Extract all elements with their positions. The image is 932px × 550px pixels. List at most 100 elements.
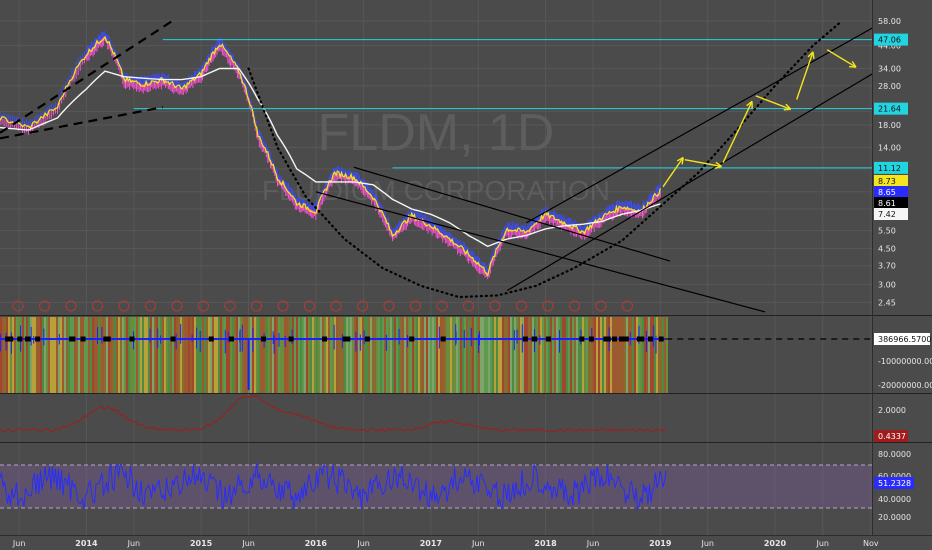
osc-stripe <box>366 317 368 393</box>
price-axis[interactable]: 58.0044.0034.0028.0021.0018.0014.0011.00… <box>878 17 932 522</box>
osc-stripe <box>254 317 256 393</box>
osc-stripe <box>494 317 496 393</box>
osc-stripe <box>162 317 164 393</box>
time-axis[interactable]: Jun 2014 Jun 2015 Jun 2016 Jun 2017 Jun 2018 Jun 20… <box>12 539 879 548</box>
osc-stripe <box>406 317 408 393</box>
osc-marker <box>623 336 629 342</box>
rsi-pane[interactable] <box>0 462 872 511</box>
osc-stripe <box>650 317 652 393</box>
osc-stripe <box>300 317 302 393</box>
osc-stripe <box>42 317 44 393</box>
osc-stripe <box>472 317 474 393</box>
osc-stripe <box>10 317 12 393</box>
osc-stripe <box>416 317 418 393</box>
osc-stripe <box>258 317 260 393</box>
osc-stripe <box>228 317 230 393</box>
osc-stripe <box>322 317 324 393</box>
osc-stripe <box>262 317 264 393</box>
osc-stripe <box>600 317 602 393</box>
osc-stripe <box>54 317 56 393</box>
time-axis-label: Jun <box>356 539 370 548</box>
osc-stripe <box>78 317 80 393</box>
osc-stripe <box>308 317 310 393</box>
osc-stripe <box>352 317 354 393</box>
osc-stripe <box>134 317 136 393</box>
osc-stripe <box>402 317 404 393</box>
time-axis-label: Jun <box>700 539 714 548</box>
osc-stripe <box>62 317 64 393</box>
osc-stripe <box>98 317 100 393</box>
time-axis-label: Jun <box>815 539 829 548</box>
osc-stripe <box>426 317 428 393</box>
osc-stripe <box>154 317 156 393</box>
osc-marker <box>17 336 23 342</box>
osc-stripe <box>504 317 506 393</box>
osc-stripe <box>90 317 92 393</box>
osc-marker <box>105 336 111 342</box>
osc-stripe <box>542 317 544 393</box>
osc-stripe <box>292 317 294 393</box>
osc-stripe <box>374 317 376 393</box>
osc-stripe <box>620 317 622 393</box>
osc-stripe <box>448 317 450 393</box>
osc-stripe <box>562 317 564 393</box>
price-tag-label: 8.61 <box>878 199 896 208</box>
price-tag-label: 47.06 <box>878 36 901 45</box>
osc-stripe <box>424 317 426 393</box>
osc-stripe <box>408 317 410 393</box>
osc-stripe <box>304 317 306 393</box>
osc-stripe <box>628 317 630 393</box>
volatility-pane[interactable] <box>0 394 667 433</box>
osc-stripe <box>70 317 72 393</box>
osc-stripe <box>380 317 382 393</box>
osc-stripe <box>48 317 50 393</box>
osc-stripe <box>630 317 632 393</box>
osc-stripe <box>564 317 566 393</box>
price-axis-tick: 14.00 <box>878 143 901 152</box>
osc-stripe <box>500 317 502 393</box>
osc-stripe <box>326 317 328 393</box>
osc-marker <box>409 336 415 342</box>
oscillator-pane[interactable] <box>0 317 872 393</box>
osc-marker <box>648 336 654 342</box>
price-axis-tick: 18.00 <box>878 121 901 130</box>
osc-stripe <box>286 317 288 393</box>
osc-stripe <box>614 317 616 393</box>
osc-stripe <box>592 317 594 393</box>
osc-stripe <box>528 317 530 393</box>
osc-marker <box>636 336 642 342</box>
osc-stripe <box>506 317 508 393</box>
osc-stripe <box>92 317 94 393</box>
osc-stripe <box>632 317 634 393</box>
osc-stripe <box>232 317 234 393</box>
time-axis-label: 2017 <box>420 539 442 548</box>
osc-stripe <box>610 317 612 393</box>
osc-stripe <box>260 317 262 393</box>
time-axis-label: 2015 <box>190 539 213 548</box>
osc-stripe <box>558 317 560 393</box>
osc-stripe <box>46 317 48 393</box>
osc-stripe <box>6 317 8 393</box>
osc-marker <box>288 336 294 342</box>
osc-stripe <box>642 317 644 393</box>
osc-stripe <box>108 317 110 393</box>
osc-stripe <box>376 317 378 393</box>
osc-stripe <box>284 317 286 393</box>
osc-marker <box>364 336 370 342</box>
osc-stripe <box>436 317 438 393</box>
osc-stripe <box>72 317 74 393</box>
osc-stripe <box>634 317 636 393</box>
osc-stripe <box>354 317 356 393</box>
osc-stripe <box>256 317 258 393</box>
osc-stripe <box>306 317 308 393</box>
osc-stripe <box>302 317 304 393</box>
osc-stripe <box>190 317 192 393</box>
osc-stripe <box>222 317 224 393</box>
time-axis-label: Jun <box>12 539 26 548</box>
price-axis-tick: 3.00 <box>878 280 896 289</box>
osc-stripe <box>348 317 350 393</box>
osc-stripe <box>594 317 596 393</box>
osc-stripe <box>666 317 668 393</box>
osc-stripe <box>212 317 214 393</box>
osc-marker <box>545 336 551 342</box>
